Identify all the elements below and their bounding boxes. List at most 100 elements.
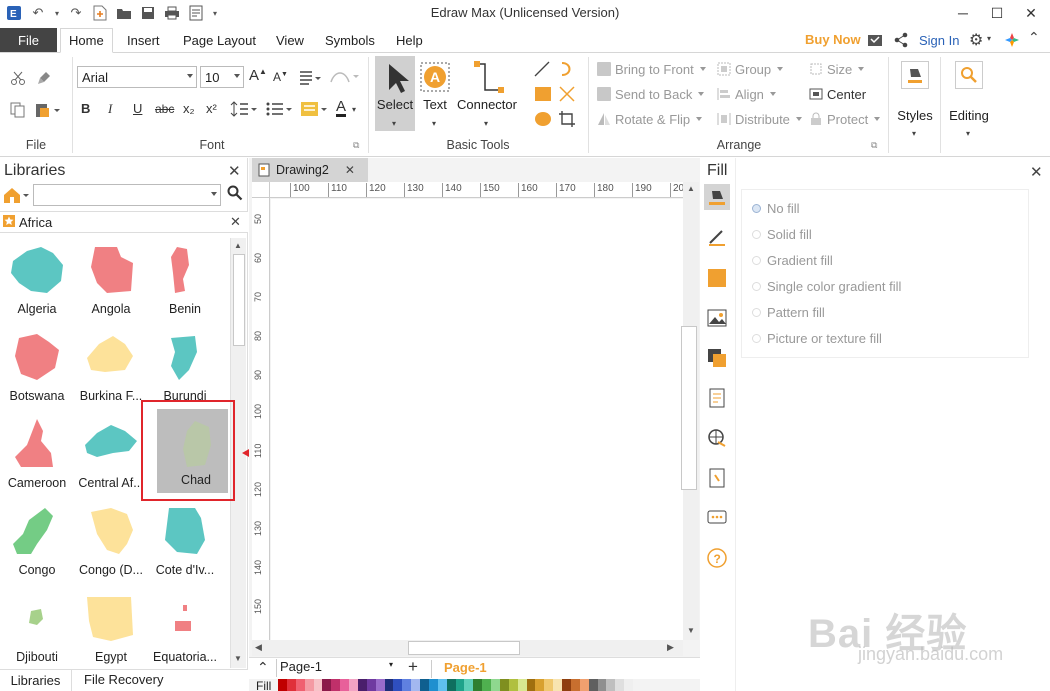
tab-libraries[interactable]: Libraries <box>0 670 72 691</box>
palette-swatch[interactable] <box>393 679 403 691</box>
connector-tool-button[interactable]: Connector ▾ <box>455 56 519 131</box>
canvas-scroll-right-icon[interactable]: ▶ <box>667 642 674 653</box>
canvas-horizontal-scrollbar[interactable]: ◀ ▶ <box>252 640 683 656</box>
line-spacing-icon[interactable] <box>230 100 258 118</box>
radio-no-fill[interactable] <box>752 203 761 213</box>
palette-swatch[interactable] <box>411 679 420 691</box>
fill-option-no-fill[interactable]: No fill <box>752 198 800 218</box>
category-close-icon[interactable]: ✕ <box>230 214 241 230</box>
library-shape-cote-d-iv[interactable]: Cote d'Iv... <box>150 501 220 587</box>
library-shape-central-af[interactable]: Central Af... <box>76 414 146 500</box>
superscript-button[interactable]: x² <box>206 101 217 116</box>
library-shape-burkina-f[interactable]: Burkina F... <box>76 327 146 413</box>
hyperlink-panel-icon[interactable] <box>704 425 730 451</box>
fill-panel-close-icon[interactable]: ✕ <box>1030 163 1043 181</box>
scroll-thumb[interactable] <box>233 254 245 346</box>
font-dialog-launcher-icon[interactable]: ⧉ <box>353 140 359 151</box>
fill-option-solid[interactable]: Solid fill <box>752 224 812 244</box>
format-painter-icon[interactable] <box>34 68 54 88</box>
copy-icon[interactable] <box>8 100 28 120</box>
palette-swatch[interactable] <box>570 679 580 691</box>
palette-swatch[interactable] <box>286 679 296 691</box>
cart-icon[interactable] <box>867 32 883 51</box>
fill-option-single-gradient[interactable]: Single color gradient fill <box>752 276 901 296</box>
library-shape-congo[interactable]: Congo <box>2 501 72 587</box>
fill-option-pattern[interactable]: Pattern fill <box>752 302 825 322</box>
protect-button[interactable]: Protect <box>809 109 881 129</box>
palette-swatch[interactable] <box>420 679 429 691</box>
line-spacing-curve-icon[interactable] <box>328 66 360 86</box>
settings-gear-icon[interactable]: ⚙ <box>969 30 983 50</box>
palette-swatch[interactable] <box>464 679 474 691</box>
library-shape-cameroon[interactable]: Cameroon <box>2 414 72 500</box>
palette-swatch[interactable] <box>375 679 385 691</box>
group-button[interactable]: Group <box>717 59 784 79</box>
share-icon[interactable] <box>893 32 909 51</box>
rectangle-tool-icon[interactable] <box>535 86 551 105</box>
bullets-icon[interactable] <box>265 100 293 118</box>
tab-page-layout[interactable]: Page Layout <box>175 28 264 53</box>
cut-icon[interactable] <box>8 68 28 88</box>
document-tab[interactable]: Drawing2 ✕ <box>252 158 368 182</box>
editing-button[interactable]: Editing ▾ <box>946 58 992 143</box>
shadow-panel-icon[interactable] <box>704 265 730 291</box>
palette-swatch[interactable] <box>579 679 589 691</box>
font-name-select[interactable]: Arial <box>77 66 197 88</box>
crop-tool-icon[interactable] <box>558 110 576 131</box>
minimize-button[interactable]: ─ <box>946 0 980 26</box>
distribute-button[interactable]: Distribute <box>717 109 802 129</box>
paste-icon[interactable] <box>34 100 62 120</box>
fill-option-picture[interactable]: Picture or texture fill <box>752 328 882 348</box>
text-highlight-icon[interactable] <box>300 100 328 118</box>
layer-panel-icon[interactable] <box>704 345 730 371</box>
sign-in-link[interactable]: Sign In <box>919 33 959 48</box>
page-collapse-icon[interactable]: ⌃ <box>257 659 269 676</box>
tab-view[interactable]: View <box>268 28 312 53</box>
palette-swatch[interactable] <box>357 679 367 691</box>
palette-swatch[interactable] <box>482 679 491 691</box>
styles-button[interactable]: Styles ▾ <box>893 58 937 143</box>
palette-swatch[interactable] <box>562 679 571 691</box>
radio-pattern-fill[interactable] <box>752 307 761 317</box>
canvas-vscroll-thumb[interactable] <box>681 326 697 490</box>
theme-icon[interactable] <box>1004 32 1020 51</box>
palette-swatch[interactable] <box>597 679 607 691</box>
radio-picture-fill[interactable] <box>752 333 761 343</box>
underline-button[interactable]: U <box>133 101 142 116</box>
scroll-down-icon[interactable]: ▼ <box>234 654 242 663</box>
library-shape-congo-d[interactable]: Congo (D... <box>76 501 146 587</box>
font-color-button[interactable]: A <box>336 99 347 117</box>
italic-button[interactable]: I <box>108 101 112 117</box>
library-shape-angola[interactable]: Angola <box>76 240 146 326</box>
shrink-font-button[interactable]: A▼ <box>273 70 288 84</box>
bring-to-front-button[interactable]: Bring to Front <box>597 59 706 79</box>
arc-tool-icon[interactable] <box>558 60 576 81</box>
ellipse-tool-icon[interactable] <box>534 110 552 131</box>
close-button[interactable]: ✕ <box>1014 0 1048 26</box>
palette-swatch[interactable] <box>624 679 633 691</box>
palette-swatch[interactable] <box>544 679 554 691</box>
color-palette[interactable] <box>278 679 633 691</box>
tab-help[interactable]: Help <box>388 28 431 53</box>
cross-tool-icon[interactable] <box>558 85 576 106</box>
page-panel-icon[interactable] <box>704 385 730 411</box>
palette-swatch[interactable] <box>615 679 625 691</box>
add-page-icon[interactable]: + <box>408 657 418 677</box>
attachment-panel-icon[interactable] <box>704 465 730 491</box>
library-shape-algeria[interactable]: Algeria <box>2 240 72 326</box>
library-shape-equatoria[interactable]: Equatoria... <box>150 588 220 668</box>
page-select[interactable]: Page-1 ▾ <box>276 659 396 677</box>
select-tool-button[interactable]: Select ▾ <box>375 56 415 131</box>
palette-swatch[interactable] <box>553 679 562 691</box>
palette-swatch[interactable] <box>535 679 545 691</box>
library-home-button[interactable] <box>2 185 32 205</box>
palette-swatch[interactable] <box>349 679 358 691</box>
radio-solid-fill[interactable] <box>752 229 761 239</box>
comment-panel-icon[interactable] <box>704 505 730 531</box>
text-tool-button[interactable]: A Text ▾ <box>418 56 452 131</box>
strikethrough-button[interactable]: abc <box>155 102 174 116</box>
palette-swatch[interactable] <box>455 679 465 691</box>
document-tab-close-icon[interactable]: ✕ <box>345 163 355 177</box>
drawing-canvas[interactable] <box>271 199 683 640</box>
send-to-back-button[interactable]: Send to Back <box>597 84 705 104</box>
